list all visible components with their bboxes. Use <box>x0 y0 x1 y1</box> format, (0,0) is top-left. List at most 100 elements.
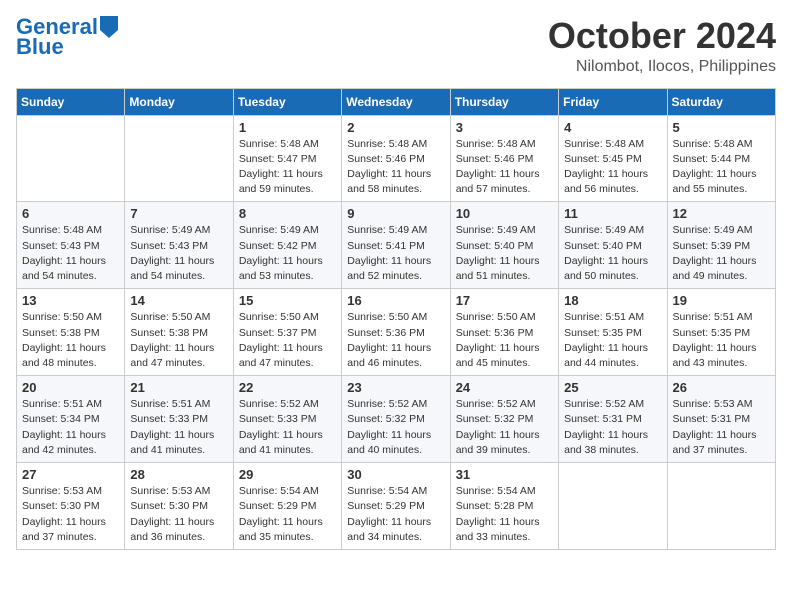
day-cell: 7Sunrise: 5:49 AMSunset: 5:43 PMDaylight… <box>125 202 233 289</box>
day-cell: 21Sunrise: 5:51 AMSunset: 5:33 PMDayligh… <box>125 376 233 463</box>
day-info: Sunrise: 5:51 AMSunset: 5:33 PMDaylight:… <box>130 397 227 458</box>
day-cell: 28 Sunrise: 5:53 AMSunset: 5:30 PMDayligh… <box>125 463 233 550</box>
day-number: 8 <box>239 206 336 221</box>
day-number: 24 <box>456 380 553 395</box>
day-cell: 3 Sunrise: 5:48 AMSunset: 5:46 PMDaylight… <box>450 115 558 202</box>
day-info: Sunrise: 5:48 AMSunset: 5:46 PMDaylight:… <box>347 137 444 198</box>
title-block: October 2024 Nilombot, Ilocos, Philippin… <box>548 16 776 76</box>
day-number: 16 <box>347 293 444 308</box>
day-number: 5 <box>673 120 770 135</box>
day-number: 23 <box>347 380 444 395</box>
day-info: Sunrise: 5:50 AMSunset: 5:36 PMDaylight:… <box>347 310 444 371</box>
day-cell: 19 Sunrise: 5:51 AMSunset: 5:35 PMDayligh… <box>667 289 775 376</box>
day-cell: 12 Sunrise: 5:49 AMSunset: 5:39 PMDayligh… <box>667 202 775 289</box>
day-number: 31 <box>456 467 553 482</box>
weekday-header-thursday: Thursday <box>450 88 558 115</box>
week-row-4: 20Sunrise: 5:51 AMSunset: 5:34 PMDayligh… <box>17 376 776 463</box>
day-info: Sunrise: 5:53 AMSunset: 5:30 PMDaylight:… <box>130 484 227 545</box>
day-info: Sunrise: 5:53 AMSunset: 5:30 PMDaylight:… <box>22 484 119 545</box>
day-info: Sunrise: 5:48 AMSunset: 5:43 PMDaylight:… <box>22 223 119 284</box>
week-row-1: 1 Sunrise: 5:48 AMSunset: 5:47 PMDaylight… <box>17 115 776 202</box>
day-cell: 17 Sunrise: 5:50 AMSunset: 5:36 PMDayligh… <box>450 289 558 376</box>
day-cell <box>667 463 775 550</box>
day-number: 28 <box>130 467 227 482</box>
logo-icon <box>100 16 118 38</box>
day-info: Sunrise: 5:49 AMSunset: 5:42 PMDaylight:… <box>239 223 336 284</box>
day-info: Sunrise: 5:49 AMSunset: 5:40 PMDaylight:… <box>564 223 661 284</box>
day-cell: 30Sunrise: 5:54 AMSunset: 5:29 PMDayligh… <box>342 463 450 550</box>
calendar-table: SundayMondayTuesdayWednesdayThursdayFrid… <box>16 88 776 550</box>
day-info: Sunrise: 5:49 AMSunset: 5:40 PMDaylight:… <box>456 223 553 284</box>
day-number: 25 <box>564 380 661 395</box>
week-row-2: 6 Sunrise: 5:48 AMSunset: 5:43 PMDaylight… <box>17 202 776 289</box>
day-number: 18 <box>564 293 661 308</box>
day-cell: 11 Sunrise: 5:49 AMSunset: 5:40 PMDayligh… <box>559 202 667 289</box>
day-cell: 1 Sunrise: 5:48 AMSunset: 5:47 PMDaylight… <box>233 115 341 202</box>
day-info: Sunrise: 5:51 AMSunset: 5:35 PMDaylight:… <box>673 310 770 371</box>
day-cell: 22 Sunrise: 5:52 AMSunset: 5:33 PMDayligh… <box>233 376 341 463</box>
day-number: 4 <box>564 120 661 135</box>
day-info: Sunrise: 5:49 AMSunset: 5:41 PMDaylight:… <box>347 223 444 284</box>
day-number: 1 <box>239 120 336 135</box>
day-cell: 15 Sunrise: 5:50 AMSunset: 5:37 PMDayligh… <box>233 289 341 376</box>
day-number: 15 <box>239 293 336 308</box>
day-number: 9 <box>347 206 444 221</box>
day-number: 12 <box>673 206 770 221</box>
day-number: 6 <box>22 206 119 221</box>
day-cell: 5Sunrise: 5:48 AMSunset: 5:44 PMDaylight… <box>667 115 775 202</box>
day-cell: 13Sunrise: 5:50 AMSunset: 5:38 PMDayligh… <box>17 289 125 376</box>
day-info: Sunrise: 5:50 AMSunset: 5:38 PMDaylight:… <box>22 310 119 371</box>
day-info: Sunrise: 5:48 AMSunset: 5:45 PMDaylight:… <box>564 137 661 198</box>
day-cell: 4 Sunrise: 5:48 AMSunset: 5:45 PMDaylight… <box>559 115 667 202</box>
day-cell: 18 Sunrise: 5:51 AMSunset: 5:35 PMDayligh… <box>559 289 667 376</box>
day-cell: 31Sunrise: 5:54 AMSunset: 5:28 PMDayligh… <box>450 463 558 550</box>
day-number: 19 <box>673 293 770 308</box>
day-number: 3 <box>456 120 553 135</box>
day-cell: 27 Sunrise: 5:53 AMSunset: 5:30 PMDayligh… <box>17 463 125 550</box>
week-row-5: 27 Sunrise: 5:53 AMSunset: 5:30 PMDayligh… <box>17 463 776 550</box>
day-number: 26 <box>673 380 770 395</box>
day-number: 27 <box>22 467 119 482</box>
day-info: Sunrise: 5:49 AMSunset: 5:39 PMDaylight:… <box>673 223 770 284</box>
day-info: Sunrise: 5:50 AMSunset: 5:38 PMDaylight:… <box>130 310 227 371</box>
day-cell: 24Sunrise: 5:52 AMSunset: 5:32 PMDayligh… <box>450 376 558 463</box>
logo: General Blue <box>16 16 118 60</box>
day-info: Sunrise: 5:54 AMSunset: 5:29 PMDaylight:… <box>239 484 336 545</box>
day-cell: 10 Sunrise: 5:49 AMSunset: 5:40 PMDayligh… <box>450 202 558 289</box>
day-info: Sunrise: 5:52 AMSunset: 5:31 PMDaylight:… <box>564 397 661 458</box>
day-number: 2 <box>347 120 444 135</box>
weekday-header-tuesday: Tuesday <box>233 88 341 115</box>
weekday-header-monday: Monday <box>125 88 233 115</box>
day-info: Sunrise: 5:48 AMSunset: 5:46 PMDaylight:… <box>456 137 553 198</box>
day-cell: 2 Sunrise: 5:48 AMSunset: 5:46 PMDaylight… <box>342 115 450 202</box>
weekday-header-saturday: Saturday <box>667 88 775 115</box>
day-cell: 25 Sunrise: 5:52 AMSunset: 5:31 PMDayligh… <box>559 376 667 463</box>
day-info: Sunrise: 5:51 AMSunset: 5:34 PMDaylight:… <box>22 397 119 458</box>
day-info: Sunrise: 5:53 AMSunset: 5:31 PMDaylight:… <box>673 397 770 458</box>
day-cell: 6 Sunrise: 5:48 AMSunset: 5:43 PMDaylight… <box>17 202 125 289</box>
day-number: 29 <box>239 467 336 482</box>
day-number: 17 <box>456 293 553 308</box>
day-cell <box>559 463 667 550</box>
day-number: 22 <box>239 380 336 395</box>
day-info: Sunrise: 5:48 AMSunset: 5:47 PMDaylight:… <box>239 137 336 198</box>
month-title: October 2024 <box>548 16 776 56</box>
day-number: 10 <box>456 206 553 221</box>
day-cell: 16 Sunrise: 5:50 AMSunset: 5:36 PMDayligh… <box>342 289 450 376</box>
weekday-header-sunday: Sunday <box>17 88 125 115</box>
day-info: Sunrise: 5:52 AMSunset: 5:32 PMDaylight:… <box>347 397 444 458</box>
page-header: General Blue October 2024 Nilombot, Iloc… <box>16 16 776 76</box>
day-cell: 23 Sunrise: 5:52 AMSunset: 5:32 PMDayligh… <box>342 376 450 463</box>
day-number: 14 <box>130 293 227 308</box>
day-info: Sunrise: 5:51 AMSunset: 5:35 PMDaylight:… <box>564 310 661 371</box>
day-cell <box>125 115 233 202</box>
day-number: 11 <box>564 206 661 221</box>
weekday-header-wednesday: Wednesday <box>342 88 450 115</box>
day-info: Sunrise: 5:52 AMSunset: 5:33 PMDaylight:… <box>239 397 336 458</box>
day-cell <box>17 115 125 202</box>
day-info: Sunrise: 5:50 AMSunset: 5:36 PMDaylight:… <box>456 310 553 371</box>
day-info: Sunrise: 5:50 AMSunset: 5:37 PMDaylight:… <box>239 310 336 371</box>
day-cell: 29 Sunrise: 5:54 AMSunset: 5:29 PMDayligh… <box>233 463 341 550</box>
day-cell: 14 Sunrise: 5:50 AMSunset: 5:38 PMDayligh… <box>125 289 233 376</box>
day-cell: 8 Sunrise: 5:49 AMSunset: 5:42 PMDaylight… <box>233 202 341 289</box>
